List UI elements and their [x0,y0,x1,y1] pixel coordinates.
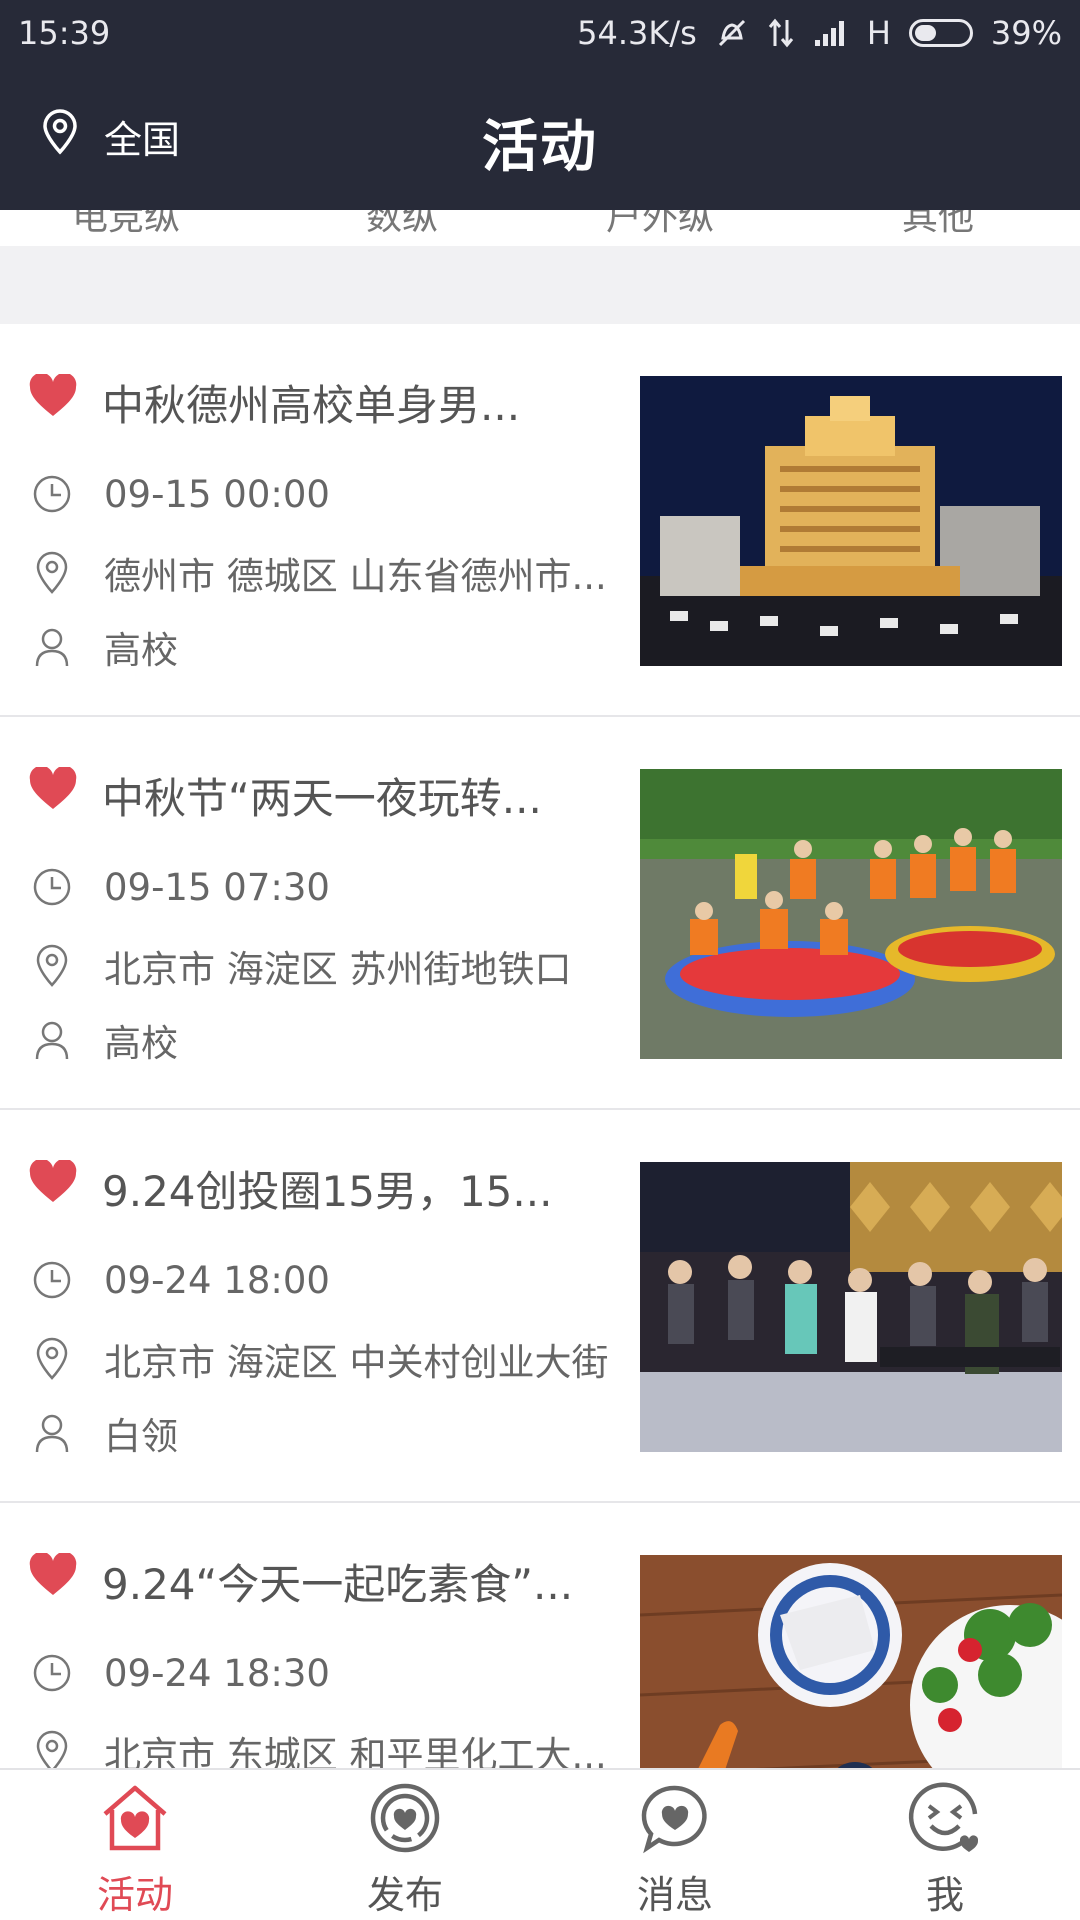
tab-messages[interactable]: 消息 [540,1770,810,1920]
data-transfer-icon [767,16,795,50]
event-image-party[interactable] [640,1162,1062,1452]
event-crowd: 白领 [104,1415,178,1458]
event-time: 09-24 18:30 [104,1651,330,1695]
heart-icon[interactable] [28,1158,78,1208]
event-card[interactable]: 9.24创投圈15男，15... 09-24 18:00 北京市 海淀区 中关村… [0,1110,1080,1503]
person-icon [30,1018,74,1062]
tab-label: 活动 [96,1873,173,1917]
event-time-row: 09-24 18:00 [30,1258,330,1302]
page-title: 活动 [482,115,598,180]
section-divider [0,246,1080,324]
event-crowd: 高校 [104,1022,178,1065]
app-root: 15:39 54.3K/s H 39% 全国 活动 电竞纵 数纵 户外纵 其他 … [0,0,1080,1920]
mute-icon [715,16,749,50]
heart-icon[interactable] [28,765,78,815]
category-tab[interactable]: 户外纵 [606,210,714,240]
event-place: 北京市 海淀区 中关村创业大街 [104,1341,609,1384]
event-image-rafting[interactable] [640,769,1062,1059]
clock-icon [30,1651,74,1695]
category-tab[interactable]: 其他 [902,210,974,240]
status-bar: 15:39 54.3K/s H 39% [0,0,1080,66]
event-time-row: 09-15 00:00 [30,472,330,516]
category-tab[interactable]: 数纵 [366,210,438,240]
clock-icon [30,472,74,516]
event-card[interactable]: 中秋德州高校单身男... 09-15 00:00 德州市 德城区 山东省德州市.… [0,324,1080,717]
location-pin-icon [30,1337,74,1381]
app-header: 全国 活动 [0,66,1080,210]
event-image-hotel[interactable] [640,376,1062,666]
clock-icon [30,865,74,909]
event-place-row: 北京市 海淀区 苏州街地铁口 [30,939,572,993]
event-title: 中秋德州高校单身男... [102,381,521,430]
event-place: 北京市 海淀区 苏州街地铁口 [104,948,572,991]
tab-label: 发布 [366,1873,443,1917]
tab-me[interactable]: 我 [810,1770,1080,1920]
heart-icon[interactable] [28,372,78,422]
event-crowd-row: 白领 [30,1406,178,1460]
heart-icon[interactable] [28,1551,78,1601]
bottom-tab-bar: 活动 发布 消息 我 [0,1768,1080,1920]
battery-percent: 39% [990,14,1062,52]
status-time: 15:39 [18,14,111,52]
person-icon [30,1411,74,1455]
event-crowd: 高校 [104,629,178,672]
event-card[interactable]: 中秋节“两天一夜玩转... 09-15 07:30 北京市 海淀区 苏州街地铁口… [0,717,1080,1110]
chat-heart-icon [637,1780,713,1860]
clock-icon [30,1258,74,1302]
house-heart-icon [97,1780,173,1860]
battery-icon [908,19,973,47]
status-indicators: 54.3K/s H 39% [577,14,1062,52]
event-time: 09-24 18:00 [104,1258,330,1302]
smiley-heart-icon [907,1780,983,1860]
event-list: 中秋德州高校单身男... 09-15 00:00 德州市 德城区 山东省德州市.… [0,324,1080,1896]
event-time-row: 09-24 18:30 [30,1651,330,1695]
event-place: 德州市 德城区 山东省德州市... [104,555,607,598]
event-title: 9.24“今天一起吃素食”... [102,1560,574,1609]
event-time-row: 09-15 07:30 [30,865,330,909]
network-speed: 54.3K/s [577,14,697,52]
event-title: 中秋节“两天一夜玩转... [102,774,542,823]
event-place-row: 德州市 德城区 山东省德州市... [30,546,607,600]
tab-publish[interactable]: 发布 [270,1770,540,1920]
event-title: 9.24创投圈15男，15... [102,1167,553,1216]
tab-label: 我 [925,1873,964,1917]
event-time: 09-15 07:30 [104,865,330,909]
tab-activities[interactable]: 活动 [0,1770,270,1920]
location-pin-icon [30,551,74,595]
category-strip: 电竞纵 数纵 户外纵 其他 [0,210,1080,246]
target-heart-icon [367,1780,443,1860]
signal-type: H [866,14,891,52]
event-crowd-row: 高校 [30,620,178,674]
category-tab[interactable]: 电竞纵 [72,210,180,240]
person-icon [30,625,74,669]
event-time: 09-15 00:00 [104,472,330,516]
event-crowd-row: 高校 [30,1013,178,1067]
location-pin-icon [30,944,74,988]
signal-icon [813,18,849,48]
event-place-row: 北京市 海淀区 中关村创业大街 [30,1332,609,1386]
tab-label: 消息 [636,1873,713,1917]
